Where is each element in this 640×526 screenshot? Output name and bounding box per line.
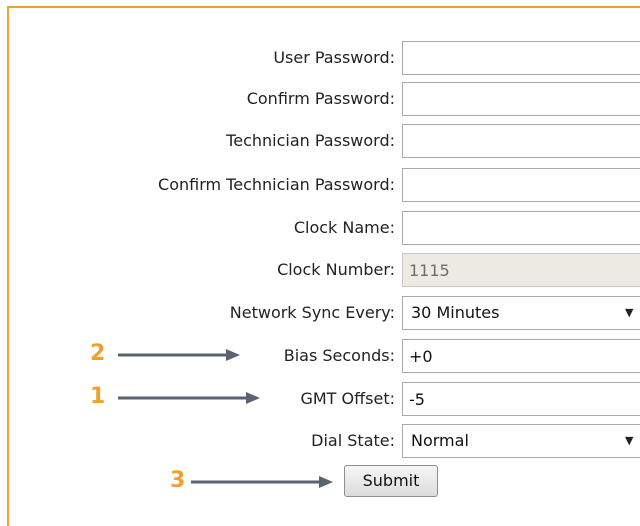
callout-number-gmt-offset: 1 xyxy=(90,384,106,409)
dropdown-arrow-icon: ▼ xyxy=(625,434,634,447)
clock-number-label: Clock Number: xyxy=(277,260,395,279)
dial-state-select[interactable]: Normal ▼ xyxy=(402,424,640,458)
network-sync-value: 30 Minutes xyxy=(411,303,500,322)
callout-number-bias-seconds: 2 xyxy=(90,341,106,366)
callout-arrow-icon xyxy=(118,392,260,404)
confirm-password-row: Confirm Password: xyxy=(0,82,640,116)
submit-button[interactable]: Submit xyxy=(344,465,438,497)
clock-number-input xyxy=(402,253,640,287)
gmt-offset-input[interactable] xyxy=(402,382,640,416)
user-password-input[interactable] xyxy=(402,41,640,75)
confirm-technician-password-label: Confirm Technician Password: xyxy=(158,175,395,194)
clock-name-row: Clock Name: xyxy=(0,211,640,245)
dial-state-value: Normal xyxy=(411,431,469,450)
confirm-technician-password-row: Confirm Technician Password: xyxy=(0,168,640,202)
dial-state-label: Dial State: xyxy=(311,431,395,450)
user-password-row: User Password: xyxy=(0,41,640,75)
network-sync-row: Network Sync Every: 30 Minutes ▼ xyxy=(0,296,640,330)
confirm-password-input[interactable] xyxy=(402,82,640,116)
confirm-technician-password-input[interactable] xyxy=(402,168,640,202)
network-sync-select[interactable]: 30 Minutes ▼ xyxy=(402,296,640,330)
gmt-offset-label: GMT Offset: xyxy=(300,389,395,408)
dropdown-arrow-icon: ▼ xyxy=(625,306,634,319)
dial-state-row: Dial State: Normal ▼ xyxy=(0,424,640,458)
callout-number-submit: 3 xyxy=(170,468,186,493)
technician-password-label: Technician Password: xyxy=(226,131,395,150)
callout-arrow-icon xyxy=(191,476,333,488)
technician-password-input[interactable] xyxy=(402,124,640,158)
clock-number-row: Clock Number: xyxy=(0,253,640,287)
technician-password-row: Technician Password: xyxy=(0,124,640,158)
clock-name-input[interactable] xyxy=(402,211,640,245)
network-sync-label: Network Sync Every: xyxy=(229,303,395,322)
user-password-label: User Password: xyxy=(273,48,395,67)
confirm-password-label: Confirm Password: xyxy=(246,89,395,108)
callout-arrow-icon xyxy=(118,349,240,361)
clock-name-label: Clock Name: xyxy=(293,218,395,237)
bias-seconds-label: Bias Seconds: xyxy=(283,346,395,365)
bias-seconds-input[interactable] xyxy=(402,339,640,373)
